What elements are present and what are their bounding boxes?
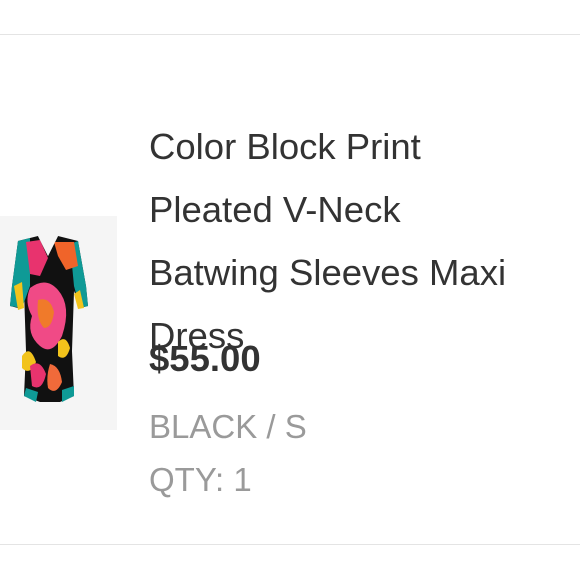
- product-title-line-2: Pleated V-Neck: [149, 189, 401, 230]
- order-item-page: Color Block Print Pleated V-Neck Batwing…: [0, 0, 580, 580]
- product-quantity: QTY: 1: [149, 461, 252, 498]
- product-price: $55.00: [149, 338, 261, 379]
- product-thumbnail[interactable]: [0, 216, 117, 430]
- product-title-line-3: Batwing Sleeves Maxi: [149, 252, 507, 293]
- order-item-row[interactable]: Color Block Print Pleated V-Neck Batwing…: [0, 35, 580, 544]
- bottom-divider: [0, 544, 580, 545]
- product-variant: BLACK / S: [149, 408, 307, 445]
- product-title-line-1: Color Block Print: [149, 126, 421, 167]
- dress-product-image: [10, 236, 88, 402]
- product-title[interactable]: Color Block Print Pleated V-Neck Batwing…: [149, 115, 569, 367]
